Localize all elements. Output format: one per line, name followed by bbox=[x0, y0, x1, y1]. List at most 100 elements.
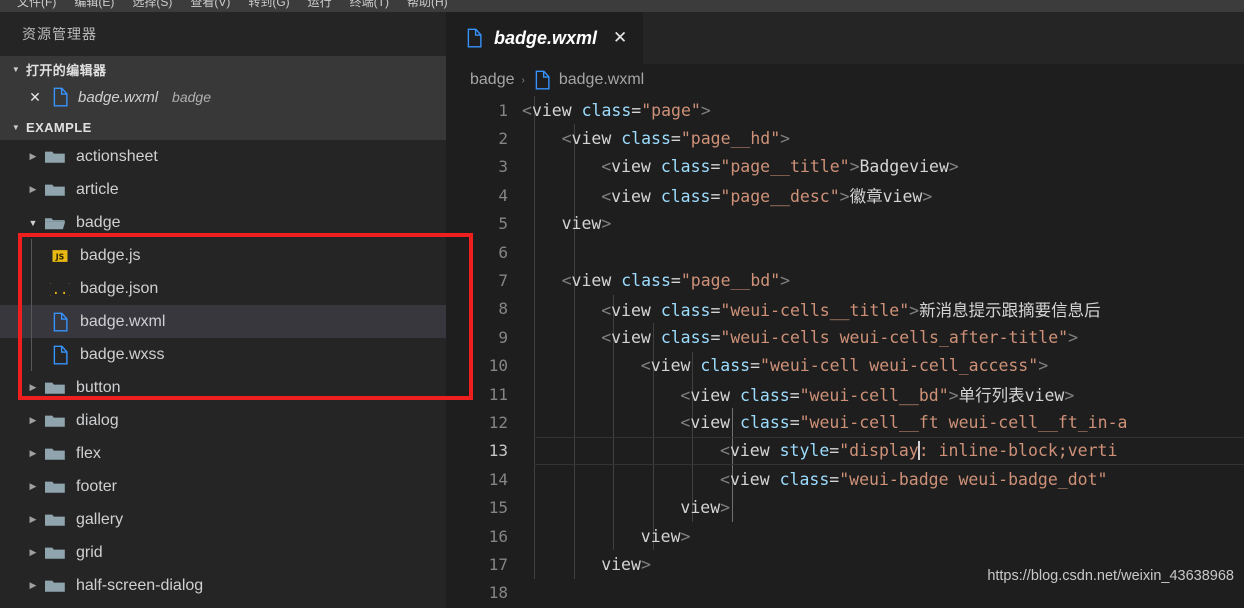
open-editors-section-header[interactable]: ▼ 打开的编辑器 bbox=[0, 56, 446, 82]
sidebar-title: 资源管理器 bbox=[22, 26, 97, 42]
code-line-15[interactable]: 15 view> bbox=[446, 493, 1244, 521]
explorer-sidebar: 资源管理器 ▼ 打开的编辑器 ✕ badge.wxml badge ▼ EXAMPL… bbox=[0, 12, 446, 608]
line-number: 11 bbox=[488, 384, 508, 404]
line-number: 17 bbox=[488, 554, 508, 574]
tree-item-label: badge bbox=[76, 213, 121, 231]
chevron-right-icon[interactable]: ▶ bbox=[22, 580, 44, 591]
line-number: 15 bbox=[488, 498, 508, 518]
menu-item-6[interactable]: 终端(T) bbox=[341, 0, 398, 10]
open-editor-name: badge.wxml bbox=[78, 88, 159, 106]
tree-item-label: badge.wxml bbox=[80, 312, 166, 330]
tree-item-label: grid bbox=[76, 543, 103, 561]
code-text: view> bbox=[680, 498, 731, 518]
tree-item-actionsheet[interactable]: ▶ actionsheet bbox=[0, 140, 446, 173]
code-text: <view class="weui-cell__ft weui-cell__ft… bbox=[680, 412, 1128, 432]
code-line-11[interactable]: 11 <view class="weui-cell__bd">单行列表view> bbox=[446, 380, 1244, 408]
code-text: <view class="page__bd"> bbox=[561, 271, 791, 291]
wxml-file-icon bbox=[464, 28, 484, 48]
editor-pane: badge.wxml ✕ badge › badge.wxml 1 <view c… bbox=[446, 12, 1244, 608]
tree-item-badge-js[interactable]: JS badge.js bbox=[0, 239, 446, 272]
menu-item-5[interactable]: 运行 bbox=[299, 0, 341, 10]
tree-item-grid[interactable]: ▶ grid bbox=[0, 536, 446, 569]
svg-text:{..}: {..} bbox=[50, 282, 70, 298]
menu-item-1[interactable]: 编辑(E) bbox=[65, 0, 123, 10]
tree-item-button[interactable]: ▶ button bbox=[0, 371, 446, 404]
folder-icon bbox=[44, 215, 66, 231]
code-line-7[interactable]: 7 <view class="page__bd"> bbox=[446, 266, 1244, 294]
tree-item-badge[interactable]: ▼ badge bbox=[0, 206, 446, 239]
line-number: 9 bbox=[498, 327, 508, 347]
wxml-file-icon bbox=[50, 345, 70, 365]
code-line-14[interactable]: 14 <view class="weui-badge weui-badge_dot… bbox=[446, 465, 1244, 493]
tree-item-article[interactable]: ▶ article bbox=[0, 173, 446, 206]
tree-item-label: flex bbox=[76, 444, 101, 462]
code-line-8[interactable]: 8 <view class="weui-cells__title">新消息提示跟摘… bbox=[446, 295, 1244, 323]
close-icon[interactable]: ✕ bbox=[613, 28, 627, 48]
tree-item-footer[interactable]: ▶ footer bbox=[0, 470, 446, 503]
open-editors-list: ✕ badge.wxml badge bbox=[0, 82, 446, 114]
code-line-5[interactable]: 5 view> bbox=[446, 210, 1244, 238]
menu-item-0[interactable]: 文件(F) bbox=[8, 0, 65, 10]
menu-item-2[interactable]: 选择(S) bbox=[123, 0, 181, 10]
folder-icon bbox=[44, 446, 66, 462]
code-line-1[interactable]: 1 <view class="page"> bbox=[446, 96, 1244, 124]
close-icon[interactable]: ✕ bbox=[26, 89, 44, 106]
chevron-right-icon[interactable]: ▶ bbox=[22, 415, 44, 426]
code-text: <view class="weui-cells__title">新消息提示跟摘要… bbox=[601, 300, 1101, 320]
file-tree: ▶ actionsheet ▶ article ▼ badge JS badge.js {..}… bbox=[0, 140, 446, 602]
menu-item-3[interactable]: 查看(V) bbox=[181, 0, 239, 10]
code-line-3[interactable]: 3 <view class="page__title">Badgeview> bbox=[446, 153, 1244, 181]
folder-icon bbox=[44, 380, 66, 396]
code-line-12[interactable]: 12 <view class="weui-cell__ft weui-cell__… bbox=[446, 408, 1244, 436]
code-line-9[interactable]: 9 <view class="weui-cells weui-cells_afte… bbox=[446, 323, 1244, 351]
tree-item-label: half-screen-dialog bbox=[76, 576, 204, 594]
chevron-right-icon[interactable]: ▶ bbox=[22, 151, 44, 162]
chevron-down-icon: ▼ bbox=[11, 64, 21, 74]
chevron-down-icon[interactable]: ▼ bbox=[22, 218, 44, 228]
tree-item-label: article bbox=[76, 180, 119, 198]
code-text: <view class="weui-cell__bd">单行列表view> bbox=[680, 386, 1075, 406]
breadcrumb-folder[interactable]: badge bbox=[470, 71, 515, 89]
tree-item-label: badge.wxss bbox=[80, 345, 165, 363]
menu-bar: 文件(F) 编辑(E) 选择(S) 查看(V) 转到(G) 运行 终端(T) 帮助(H) bbox=[0, 0, 1244, 12]
code-text: <view class="page__title">Badgeview> bbox=[601, 157, 959, 177]
menu-item-4[interactable]: 转到(G) bbox=[239, 0, 298, 10]
explorer-section-header[interactable]: ▼ EXAMPLE bbox=[0, 114, 446, 140]
open-editor-item[interactable]: ✕ badge.wxml badge bbox=[0, 82, 446, 112]
tree-item-badge-wxss[interactable]: badge.wxss bbox=[0, 338, 446, 371]
chevron-right-icon[interactable]: ▶ bbox=[22, 481, 44, 492]
breadcrumb-file[interactable]: badge.wxml bbox=[559, 71, 644, 89]
tree-item-dialog[interactable]: ▶ dialog bbox=[0, 404, 446, 437]
tree-item-label: gallery bbox=[76, 510, 124, 528]
line-number: 5 bbox=[498, 214, 508, 234]
tree-item-label: footer bbox=[76, 477, 117, 495]
json-file-icon: {..} bbox=[50, 279, 70, 299]
code-editor-content[interactable]: 1 <view class="page"> 2 <view class="page__… bbox=[446, 96, 1244, 608]
folder-icon bbox=[44, 578, 66, 594]
menu-item-7[interactable]: 帮助(H) bbox=[398, 0, 457, 10]
tab-badge-wxml[interactable]: badge.wxml ✕ bbox=[446, 12, 644, 64]
line-number: 8 bbox=[498, 299, 508, 319]
wxml-file-icon bbox=[50, 87, 70, 107]
tree-item-label: button bbox=[76, 378, 121, 396]
tree-item-badge-json[interactable]: {..} badge.json bbox=[0, 272, 446, 305]
code-line-4[interactable]: 4 <view class="page__desc">徽章view> bbox=[446, 181, 1244, 209]
tree-item-flex[interactable]: ▶ flex bbox=[0, 437, 446, 470]
folder-icon bbox=[44, 182, 66, 198]
tree-item-badge-wxml[interactable]: badge.wxml bbox=[0, 305, 446, 338]
code-line-16[interactable]: 16 view> bbox=[446, 522, 1244, 550]
chevron-right-icon[interactable]: ▶ bbox=[22, 382, 44, 393]
code-line-6[interactable]: 6 bbox=[446, 238, 1244, 266]
chevron-right-icon[interactable]: ▶ bbox=[22, 514, 44, 525]
line-number: 7 bbox=[498, 271, 508, 291]
code-line-10[interactable]: 10 <view class="weui-cell weui-cell_acces… bbox=[446, 352, 1244, 380]
code-line-2[interactable]: 2 <view class="page__hd"> bbox=[446, 124, 1244, 152]
code-line-13[interactable]: 13 <view style="display: inline-block;ver… bbox=[446, 436, 1244, 466]
wxml-file-icon bbox=[532, 70, 552, 90]
chevron-right-icon[interactable]: ▶ bbox=[22, 547, 44, 558]
chevron-right-icon[interactable]: ▶ bbox=[22, 184, 44, 195]
tree-item-gallery[interactable]: ▶ gallery bbox=[0, 503, 446, 536]
tree-item-half-screen-dialog[interactable]: ▶ half-screen-dialog bbox=[0, 569, 446, 602]
chevron-right-icon[interactable]: ▶ bbox=[22, 448, 44, 459]
code-text: <view class="weui-badge weui-badge_dot" bbox=[720, 469, 1108, 489]
